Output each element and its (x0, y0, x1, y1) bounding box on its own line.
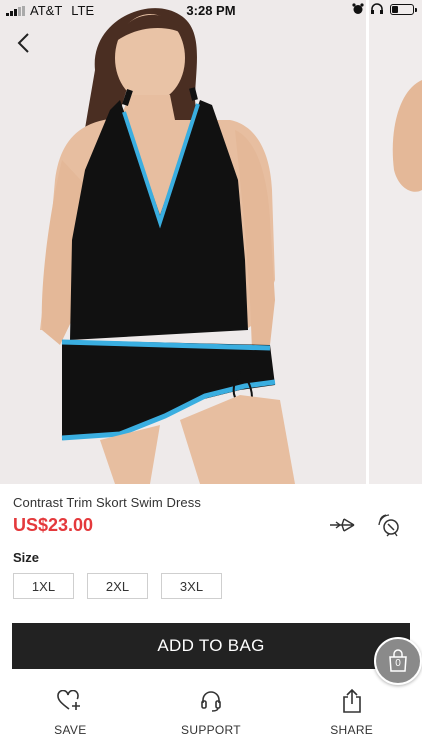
status-right (352, 3, 417, 15)
size-option-1xl[interactable]: 1XL (13, 573, 74, 599)
share-label: SHARE (330, 723, 374, 737)
size-option-3xl[interactable]: 3XL (161, 573, 222, 599)
model-photo-illustration (0, 0, 366, 484)
back-button[interactable] (10, 30, 36, 56)
paper-plane-icon (330, 518, 355, 532)
size-options: 1XL 2XL 3XL (13, 573, 222, 599)
cart-count: 0 (395, 658, 401, 669)
chevron-left-icon (17, 33, 29, 53)
save-button[interactable]: SAVE (0, 683, 141, 750)
add-to-bag-button[interactable]: ADD TO BAG (12, 623, 410, 669)
share-button[interactable]: SHARE (281, 683, 422, 750)
status-bar: AT&T LTE 3:28 PM (0, 0, 422, 22)
cart-button[interactable]: 0 (374, 637, 422, 685)
pin-share-button[interactable] (376, 513, 404, 537)
size-label: Size (13, 550, 40, 565)
support-button[interactable]: SUPPORT (141, 683, 282, 750)
next-product-image-preview[interactable] (369, 0, 422, 484)
support-label: SUPPORT (181, 723, 241, 737)
product-detail-screen: AT&T LTE 3:28 PM Contrast Trim Skort Swi… (0, 0, 422, 750)
size-option-2xl[interactable]: 2XL (87, 573, 148, 599)
save-label: SAVE (54, 723, 87, 737)
product-image-carousel[interactable] (0, 0, 422, 484)
share-icons (328, 513, 404, 537)
headphones-icon (371, 3, 383, 14)
satellite-icon (378, 514, 399, 537)
bottom-action-bar: SAVE SUPPORT SHARE (0, 683, 422, 750)
product-price: US$23.00 (13, 515, 94, 535)
battery-icon (390, 3, 417, 15)
heart-plus-icon (56, 687, 84, 715)
product-image (0, 0, 366, 484)
alarm-icon (352, 3, 364, 14)
product-title: Contrast Trim Skort Swim Dress (13, 495, 201, 510)
share-link-button[interactable] (328, 513, 356, 537)
battery-fill (392, 5, 398, 13)
headset-icon (197, 687, 225, 715)
share-upload-icon (338, 687, 366, 715)
